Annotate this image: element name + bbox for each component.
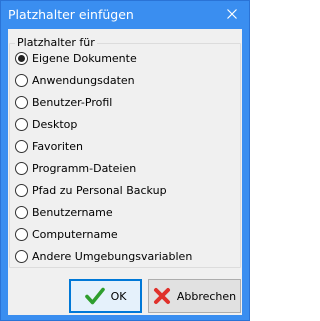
window-title: Platzhalter einfügen — [8, 7, 134, 22]
radio-button[interactable] — [15, 161, 28, 175]
radio-option-anwendungsdaten[interactable]: Anwendungsdaten — [15, 72, 135, 88]
dialog-window: Platzhalter einfügen Platzhalter für Eig… — [0, 0, 250, 321]
cancel-button-label: Abbrechen — [176, 289, 237, 303]
radio-button[interactable] — [15, 183, 28, 197]
ok-button-label: OK — [110, 289, 127, 303]
radio-label: Desktop — [32, 117, 78, 131]
radio-label: Computername — [32, 227, 118, 241]
checkmark-icon — [84, 287, 105, 305]
radio-button[interactable] — [15, 73, 28, 87]
radio-option-programm-dateien[interactable]: Programm-Dateien — [15, 160, 136, 176]
radio-label: Pfad zu Personal Backup — [32, 183, 167, 197]
red-x-icon — [153, 287, 171, 305]
radio-label: Eigene Dokumente — [32, 51, 137, 65]
radio-button[interactable] — [15, 139, 28, 153]
radio-button[interactable] — [15, 249, 28, 263]
close-icon — [226, 9, 237, 19]
radio-option-benutzername[interactable]: Benutzername — [15, 204, 113, 220]
radio-option-benutzer-profil[interactable]: Benutzer-Profil — [15, 94, 112, 110]
ok-button[interactable]: OK — [69, 279, 142, 313]
radio-label: Benutzername — [32, 205, 113, 219]
radio-button[interactable] — [15, 51, 28, 65]
radio-button[interactable] — [15, 205, 28, 219]
title-bar[interactable]: Platzhalter einfügen — [1, 1, 249, 29]
radio-label: Anwendungsdaten — [32, 73, 135, 87]
radio-option-computername[interactable]: Computername — [15, 226, 118, 242]
radio-button[interactable] — [15, 95, 28, 109]
radio-option-eigene-dokumente[interactable]: Eigene Dokumente — [15, 50, 137, 66]
radio-button[interactable] — [15, 117, 28, 131]
radio-option-andere-umgebungsvariablen[interactable]: Andere Umgebungsvariablen — [15, 248, 192, 264]
radio-option-favoriten[interactable]: Favoriten — [15, 138, 83, 154]
close-button[interactable] — [218, 2, 245, 26]
radio-option-desktop[interactable]: Desktop — [15, 116, 77, 132]
placeholder-groupbox: Platzhalter für Eigene Dokumente Anwendu… — [9, 36, 241, 268]
radio-option-pfad-personal-backup[interactable]: Pfad zu Personal Backup — [15, 182, 167, 198]
radio-label: Benutzer-Profil — [32, 95, 113, 109]
cancel-button[interactable]: Abbrechen — [148, 279, 241, 313]
groupbox-label: Platzhalter für — [15, 36, 97, 49]
radio-label: Favoriten — [32, 139, 83, 153]
radio-button[interactable] — [15, 227, 28, 241]
dialog-body: Platzhalter für Eigene Dokumente Anwendu… — [8, 29, 242, 315]
radio-label: Programm-Dateien — [32, 161, 137, 175]
radio-label: Andere Umgebungsvariablen — [32, 249, 193, 263]
